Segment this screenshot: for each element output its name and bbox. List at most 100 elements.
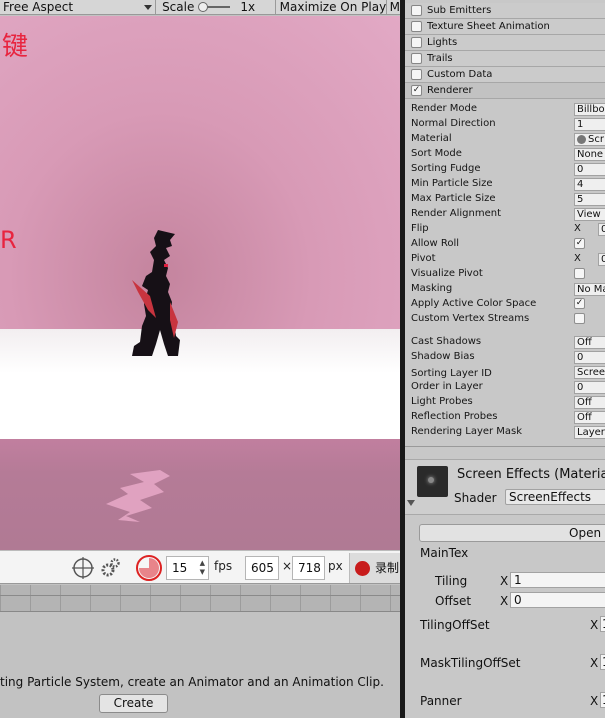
apply-active-color-space-checkbox[interactable]: ✓ — [574, 298, 585, 309]
prop-allow-roll-label: Allow Roll — [411, 238, 460, 249]
prop-masking-label: Masking — [411, 283, 453, 294]
flip-x-field[interactable]: 0 — [598, 223, 605, 236]
scene-reflection — [0, 439, 400, 550]
prop-custom-vertex-streams-label: Custom Vertex Streams — [411, 313, 530, 324]
mask-tiling-offset-set-label: MaskTilingOffSet — [420, 656, 521, 670]
scene-floor — [0, 329, 400, 439]
module-custom-data[interactable]: Custom Data — [405, 67, 605, 83]
px-label: px — [328, 559, 343, 573]
shadow-bias-field[interactable]: 0 — [574, 351, 605, 364]
reflection-probes-dropdown[interactable]: Off — [574, 411, 605, 424]
scale-control[interactable]: Scale 1x — [156, 0, 276, 14]
cast-shadows-dropdown[interactable]: Off — [574, 336, 605, 349]
timer-icon[interactable] — [135, 554, 163, 582]
scene-background — [0, 16, 400, 329]
masking-dropdown[interactable]: No Ma — [574, 283, 605, 296]
normal-direction-field[interactable]: 1 — [574, 118, 605, 131]
maximize-on-play-toggle[interactable]: Maximize On Play — [276, 0, 387, 14]
stepper-arrows-icon[interactable]: ▲ ▼ — [200, 559, 205, 577]
sorting-layer-id-dropdown[interactable]: Scree — [574, 366, 605, 379]
prop-cast-shadows-label: Cast Shadows — [411, 336, 482, 347]
tiling-x-field[interactable]: 1 — [510, 572, 605, 588]
record-button[interactable]: 录制 — [349, 553, 403, 583]
fps-label: fps — [214, 559, 233, 573]
material-icon — [577, 135, 586, 144]
module-lights[interactable]: Lights — [405, 35, 605, 51]
tiling-label: Tiling — [435, 574, 468, 588]
game-view-toolbar: Free Aspect Scale 1x Maximize On Play M — [0, 0, 403, 15]
module-checkbox[interactable] — [411, 37, 422, 48]
prop-light-probes-label: Light Probes — [411, 396, 473, 407]
module-label: Custom Data — [427, 69, 493, 80]
shader-dropdown[interactable]: ScreenEffects — [505, 489, 605, 505]
fps-stepper[interactable]: 15 ▲ ▼ — [166, 556, 209, 580]
mask-tiling-offset-set-x-label: X — [590, 656, 599, 670]
inspector-panel: Sub Emitters Texture Sheet Animation Lig… — [405, 0, 605, 718]
max-particle-size-field[interactable]: 5 — [574, 193, 605, 206]
create-button[interactable]: Create — [99, 694, 168, 713]
render-mode-dropdown[interactable]: Billboard — [574, 103, 605, 116]
material-value: Scr — [588, 134, 604, 145]
panner-label: Panner — [420, 694, 462, 708]
aspect-dropdown[interactable]: Free Aspect — [0, 0, 157, 14]
tiling-x-label: X — [500, 574, 509, 588]
foldout-arrow-icon[interactable] — [407, 500, 415, 506]
sort-mode-dropdown[interactable]: None — [574, 148, 605, 161]
prop-order-in-layer-label: Order in Layer — [411, 381, 483, 392]
module-label: Lights — [427, 37, 458, 48]
module-checkbox[interactable] — [411, 53, 422, 64]
module-sub-emitters[interactable]: Sub Emitters — [405, 3, 605, 19]
material-preview-dot — [428, 477, 434, 483]
section-divider — [405, 446, 605, 447]
material-field[interactable]: Scr — [574, 133, 605, 146]
module-checkbox[interactable] — [411, 69, 422, 80]
width-input[interactable]: 605 — [245, 556, 279, 580]
light-probes-dropdown[interactable]: Off — [574, 396, 605, 409]
panner-x-label: X — [590, 694, 599, 708]
height-input[interactable]: 718 — [292, 556, 325, 580]
record-icon — [355, 561, 370, 576]
prop-max-particle-size-label: Max Particle Size — [411, 193, 496, 204]
prop-sorting-fudge-label: Sorting Fudge — [411, 163, 481, 174]
prop-render-alignment-label: Render Alignment — [411, 208, 502, 219]
flip-x-label: X — [574, 223, 581, 234]
aspect-label: Free Aspect — [3, 0, 74, 14]
rendering-layer-mask-dropdown[interactable]: Layer — [574, 426, 605, 439]
game-view[interactable]: 键 R — [0, 16, 400, 550]
scale-slider-handle[interactable] — [198, 2, 209, 12]
animation-panel — [0, 612, 403, 718]
scale-slider[interactable] — [198, 2, 231, 12]
panner-field[interactable]: 1 — [600, 692, 605, 708]
scale-value: 1x — [240, 0, 256, 14]
module-renderer[interactable]: ✓ Renderer — [405, 83, 605, 99]
sorting-fudge-field[interactable]: 0 — [574, 163, 605, 176]
visualize-pivot-checkbox[interactable] — [574, 268, 585, 279]
offset-x-field[interactable]: 0 — [510, 592, 605, 608]
module-checkbox[interactable]: ✓ — [411, 85, 422, 96]
order-in-layer-field[interactable]: 0 — [574, 381, 605, 394]
character-sprite — [132, 230, 180, 356]
timeline-ruler[interactable] — [0, 585, 403, 612]
crosshair-icon[interactable] — [72, 557, 94, 579]
module-checkbox[interactable] — [411, 5, 422, 16]
module-texture-sheet-animation[interactable]: Texture Sheet Animation — [405, 19, 605, 35]
prop-material-label: Material — [411, 133, 452, 144]
mute-audio-label: M — [389, 0, 400, 14]
recorder-toolbar: 15 ▲ ▼ fps 605 × 718 px 录制 — [0, 550, 403, 584]
allow-roll-checkbox[interactable]: ✓ — [574, 238, 585, 249]
fps-value: 15 — [172, 561, 188, 575]
module-trails[interactable]: Trails — [405, 51, 605, 67]
gear-icon[interactable] — [100, 557, 122, 579]
mask-tiling-offset-set-field[interactable]: 1 — [600, 654, 605, 670]
tiling-offset-set-field[interactable]: 1 — [600, 616, 605, 632]
prop-render-mode-label: Render Mode — [411, 103, 478, 114]
min-particle-size-field[interactable]: 4 — [574, 178, 605, 191]
module-label: Renderer — [427, 85, 473, 96]
custom-vertex-streams-checkbox[interactable] — [574, 313, 585, 324]
scale-label: Scale — [162, 0, 195, 14]
prop-normal-direction-label: Normal Direction — [411, 118, 496, 129]
open-in-editor-button[interactable]: Open i — [419, 524, 605, 542]
module-checkbox[interactable] — [411, 21, 422, 32]
pivot-x-field[interactable]: 0 — [598, 253, 605, 266]
render-alignment-dropdown[interactable]: View — [574, 208, 605, 221]
